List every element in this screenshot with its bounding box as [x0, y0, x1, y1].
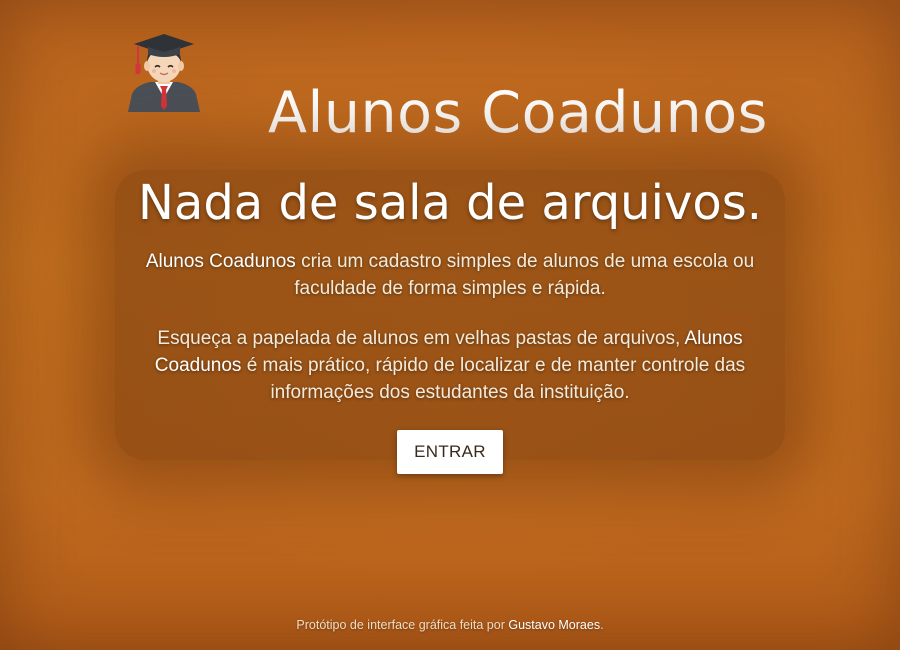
footer-period: .	[600, 618, 604, 632]
page-footer: Protótipo de interface gráfica feita por…	[0, 615, 900, 635]
benefits-text-before: Esqueça a papelada de alunos em velhas p…	[157, 328, 685, 349]
brand-title: Alunos Coadunos	[268, 80, 768, 147]
hero-paragraph-intro: Alunos Coadunos cria um cadastro simples…	[130, 248, 770, 302]
footer-credit-text: Protótipo de interface gráfica feita por	[296, 618, 509, 632]
site-header: Alunos Coadunos	[122, 30, 767, 146]
graduate-student-icon	[122, 30, 206, 116]
author-link[interactable]: Gustavo Moraes	[508, 618, 600, 632]
benefits-text-after: é mais prático, rápido de localizar e de…	[241, 355, 746, 403]
hero-headline: Nada de sala de arquivos.	[138, 175, 762, 231]
brand-name-highlight: Alunos Coadunos	[145, 251, 296, 272]
enter-button[interactable]: ENTRAR	[397, 430, 503, 474]
intro-text: cria um cadastro simples de alunos de um…	[294, 251, 755, 299]
hero-paragraph-benefits: Esqueça a papelada de alunos em velhas p…	[130, 325, 770, 406]
